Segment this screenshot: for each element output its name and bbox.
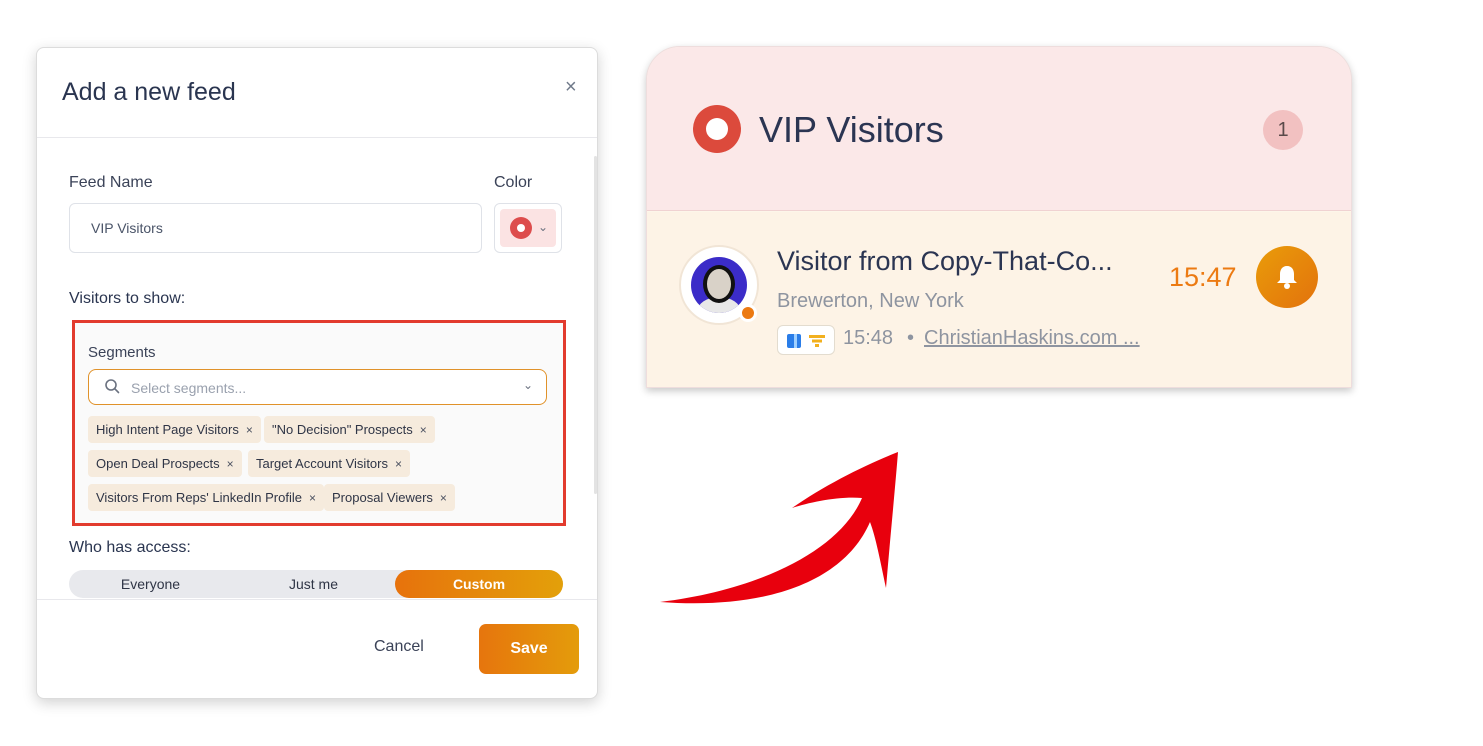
avatar-face [703, 265, 735, 303]
segment-chip: Target Account Visitors × [248, 450, 411, 477]
feed-name-label: Feed Name [69, 174, 153, 191]
modal-scrollbar[interactable] [594, 156, 597, 494]
footer-divider [37, 599, 597, 600]
chevron-down-icon: ⌄ [538, 220, 549, 234]
access-label: Who has access: [69, 539, 191, 556]
segment-chip: High Intent Page Visitors × [88, 416, 261, 443]
color-label: Color [494, 174, 533, 191]
access-option-just-me[interactable]: Just me [232, 570, 395, 598]
visit-time: 15:48 [843, 327, 894, 349]
feed-color-icon [693, 105, 741, 153]
segment-chip: Proposal Viewers × [324, 484, 455, 511]
visited-site-link[interactable]: ChristianHaskins.com ... [924, 327, 1140, 350]
remove-chip-icon[interactable]: × [440, 491, 447, 505]
segments-box: Segments Select segments... ⌄ High Inten… [72, 320, 566, 526]
feed-preview-card: VIP Visitors 1 Visitor from Copy-That-Co… [646, 46, 1352, 388]
segments-select[interactable]: Select segments... ⌄ [88, 369, 547, 405]
notification-button[interactable] [1256, 246, 1318, 308]
segments-placeholder: Select segments... [131, 380, 247, 396]
segment-chip: "No Decision" Prospects × [264, 416, 435, 443]
access-toggle: Everyone Just me Custom [69, 570, 563, 598]
avatar [679, 245, 759, 325]
meta-separator: • [907, 327, 915, 349]
remove-chip-icon[interactable]: × [420, 423, 427, 437]
access-option-custom[interactable]: Custom [395, 570, 563, 598]
feed-header: VIP Visitors 1 [647, 47, 1351, 211]
segment-chip-label: "No Decision" Prospects [272, 422, 413, 437]
remove-chip-icon[interactable]: × [246, 423, 253, 437]
visitors-to-show-label: Visitors to show: [69, 290, 186, 307]
color-picker[interactable]: ⌄ [494, 203, 562, 253]
visitor-time: 15:47 [1169, 262, 1237, 292]
segment-chip: Open Deal Prospects × [88, 450, 242, 477]
access-option-everyone[interactable]: Everyone [69, 570, 232, 598]
segment-chip-label: Proposal Viewers [332, 490, 433, 505]
remove-chip-icon[interactable]: × [227, 457, 234, 471]
online-status-dot [739, 304, 757, 322]
cancel-button[interactable]: Cancel [374, 638, 424, 656]
color-dot [510, 217, 532, 239]
segment-chip: Visitors From Reps' LinkedIn Profile × [88, 484, 325, 511]
app-icon [787, 334, 801, 348]
close-icon[interactable]: × [565, 77, 579, 97]
chevron-down-icon: ⌄ [522, 378, 533, 392]
segment-chip-label: High Intent Page Visitors [96, 422, 239, 437]
feed-name-input[interactable]: VIP Visitors [69, 203, 482, 253]
source-icons [777, 325, 835, 355]
feed-count-badge: 1 [1263, 110, 1303, 150]
segment-chip-label: Visitors From Reps' LinkedIn Profile [96, 490, 302, 505]
modal-header: Add a new feed × [37, 48, 597, 138]
add-feed-modal: Add a new feed × Feed Name Color VIP Vis… [36, 47, 598, 699]
bell-icon [1277, 266, 1297, 289]
color-swatch: ⌄ [500, 209, 556, 247]
save-button[interactable]: Save [479, 624, 579, 674]
remove-chip-icon[interactable]: × [395, 457, 402, 471]
search-icon [105, 379, 120, 394]
avatar-image [691, 257, 747, 313]
visitor-location: Brewerton, New York [777, 290, 964, 312]
annotation-arrow [660, 452, 898, 604]
remove-chip-icon[interactable]: × [309, 491, 316, 505]
visitor-name: Visitor from Copy-That-Co... [777, 246, 1113, 276]
funnel-icon [809, 335, 825, 347]
segment-chip-label: Open Deal Prospects [96, 456, 220, 471]
visitor-row[interactable]: Visitor from Copy-That-Co... Brewerton, … [647, 212, 1351, 387]
segment-chip-label: Target Account Visitors [256, 456, 388, 471]
feed-title: VIP Visitors [759, 109, 944, 150]
modal-title: Add a new feed [62, 78, 236, 106]
segments-label: Segments [88, 344, 156, 361]
